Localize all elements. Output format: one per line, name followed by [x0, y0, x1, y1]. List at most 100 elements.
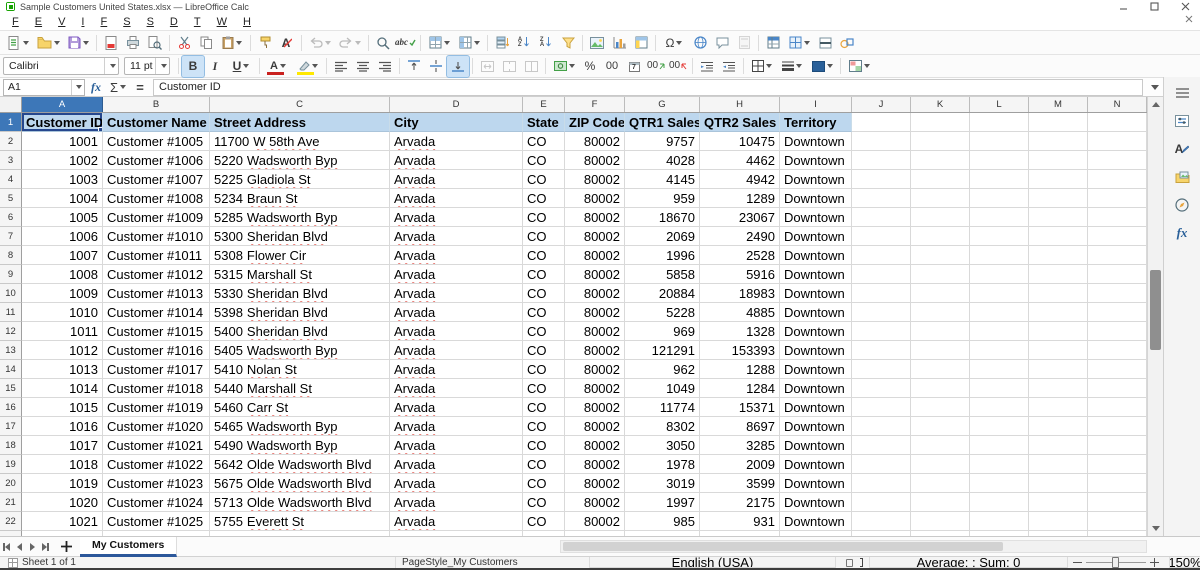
menu-item[interactable]: H	[235, 15, 259, 29]
cell-empty[interactable]	[1029, 284, 1088, 303]
menu-item[interactable]: W	[209, 15, 235, 29]
cell-empty[interactable]	[970, 170, 1029, 189]
cell-state[interactable]: CO	[523, 303, 565, 322]
cell-empty[interactable]	[1029, 493, 1088, 512]
cell-empty[interactable]	[911, 493, 970, 512]
cell-territory[interactable]: Downtown	[780, 170, 852, 189]
cell-qtr1-sales[interactable]: 5858	[625, 265, 700, 284]
insert-hyperlink-button[interactable]	[689, 32, 711, 53]
cell-customer-id[interactable]: 1019	[22, 474, 103, 493]
cell-empty[interactable]	[911, 170, 970, 189]
format-as-currency-button[interactable]	[549, 56, 579, 77]
cell-state[interactable]: CO	[523, 455, 565, 474]
cell-city[interactable]: Arvada	[390, 512, 523, 531]
new-button[interactable]	[3, 32, 33, 53]
cell-empty[interactable]	[1029, 227, 1088, 246]
cell-customer-id[interactable]: 1009	[22, 284, 103, 303]
cell-city[interactable]: Arvada	[390, 322, 523, 341]
cell-territory[interactable]: Downtown	[780, 303, 852, 322]
cell-territory[interactable]: Downtown	[780, 322, 852, 341]
cell-qtr2-sales[interactable]: 2490	[700, 227, 780, 246]
navigator-icon[interactable]	[1169, 193, 1195, 217]
cell-empty[interactable]	[911, 189, 970, 208]
cell-empty[interactable]	[1088, 360, 1147, 379]
cell-empty[interactable]	[911, 436, 970, 455]
format-as-date-button[interactable]: 7	[623, 56, 645, 77]
cell-qtr2-sales[interactable]: 2009	[700, 455, 780, 474]
cell-empty[interactable]	[852, 322, 911, 341]
sort-ascending-button[interactable]: AZ	[513, 32, 535, 53]
cell-city[interactable]: Arvada	[390, 455, 523, 474]
scroll-down-button[interactable]	[1148, 521, 1163, 536]
cell-customer-id[interactable]: 1016	[22, 417, 103, 436]
last-sheet-button[interactable]	[39, 539, 52, 555]
special-character-button[interactable]: Ω	[659, 32, 689, 53]
menu-item[interactable]: E	[27, 15, 50, 29]
cell-customer-id[interactable]: 1005	[22, 208, 103, 227]
column-header-f[interactable]: F	[565, 97, 625, 112]
row-header[interactable]: 20	[0, 474, 22, 493]
cell-empty[interactable]	[1029, 303, 1088, 322]
cell-qtr1-sales[interactable]: 1997	[625, 493, 700, 512]
cell-qtr2-sales[interactable]: 23067	[700, 208, 780, 227]
cell-customer-name[interactable]: Customer #1008	[103, 189, 210, 208]
cell-empty[interactable]	[1088, 132, 1147, 151]
cell-qtr1-sales[interactable]: 959	[625, 189, 700, 208]
column-header-g[interactable]: G	[625, 97, 700, 112]
cell-customer-name[interactable]: Customer #1024	[103, 493, 210, 512]
cell-qtr1-sales[interactable]: 11774	[625, 398, 700, 417]
sidebar-settings-icon[interactable]	[1169, 81, 1195, 105]
previous-sheet-button[interactable]	[13, 539, 26, 555]
align-bottom-button[interactable]	[446, 54, 470, 78]
cell-customer-name[interactable]: Customer #1015	[103, 322, 210, 341]
cell-qtr1-sales[interactable]: 962	[625, 360, 700, 379]
cell-state[interactable]: CO	[523, 227, 565, 246]
cell-city[interactable]: Arvada	[390, 303, 523, 322]
cell-empty[interactable]	[970, 512, 1029, 531]
cell-empty[interactable]	[852, 341, 911, 360]
cell-empty[interactable]	[852, 398, 911, 417]
zoom-out-button[interactable]	[1073, 558, 1082, 567]
delete-decimal-place-button[interactable]: 00	[667, 56, 689, 77]
cell-empty[interactable]	[1088, 189, 1147, 208]
cell-empty[interactable]	[911, 474, 970, 493]
insert-columns-button[interactable]	[454, 32, 484, 53]
cell-state[interactable]: CO	[523, 512, 565, 531]
cell-city[interactable]: Arvada	[390, 360, 523, 379]
background-color-button[interactable]	[807, 56, 837, 77]
cell-empty[interactable]	[970, 474, 1029, 493]
cell-city[interactable]: Arvada	[390, 246, 523, 265]
cell-zip-code[interactable]: 80002	[565, 132, 625, 151]
headers-and-footers-button[interactable]	[733, 32, 755, 53]
row-header[interactable]: 21	[0, 493, 22, 512]
cell-customer-name[interactable]: Customer #1021	[103, 436, 210, 455]
cell-empty[interactable]	[1029, 189, 1088, 208]
cell-d1[interactable]: City	[390, 113, 523, 132]
cell-empty[interactable]	[970, 398, 1029, 417]
spelling-button[interactable]: abc	[394, 32, 417, 53]
column-header-m[interactable]: M	[1029, 97, 1088, 112]
column-header-j[interactable]: J	[852, 97, 911, 112]
insert-rows-button[interactable]	[424, 32, 454, 53]
next-sheet-button[interactable]	[26, 539, 39, 555]
cell-city[interactable]: Arvada	[390, 379, 523, 398]
cell-state[interactable]: CO	[523, 132, 565, 151]
align-center-button[interactable]	[352, 56, 374, 77]
cell-zip-code[interactable]: 80002	[565, 151, 625, 170]
cell-empty[interactable]	[1029, 151, 1088, 170]
cell-empty[interactable]	[911, 417, 970, 436]
cell-empty[interactable]	[1088, 322, 1147, 341]
cell-customer-id[interactable]: 1004	[22, 189, 103, 208]
italic-button[interactable]: I	[204, 56, 226, 77]
cell-state[interactable]: CO	[523, 493, 565, 512]
cell-territory[interactable]: Downtown	[780, 132, 852, 151]
cell-territory[interactable]: Downtown	[780, 379, 852, 398]
paste-button[interactable]	[217, 32, 247, 53]
cell-city[interactable]: Arvada	[390, 170, 523, 189]
cell-empty[interactable]	[1088, 113, 1147, 132]
copy-button[interactable]	[195, 32, 217, 53]
cell-empty[interactable]	[970, 360, 1029, 379]
cell-empty[interactable]	[970, 113, 1029, 132]
cell-empty[interactable]	[1029, 132, 1088, 151]
merge-cells-button[interactable]	[498, 56, 520, 77]
